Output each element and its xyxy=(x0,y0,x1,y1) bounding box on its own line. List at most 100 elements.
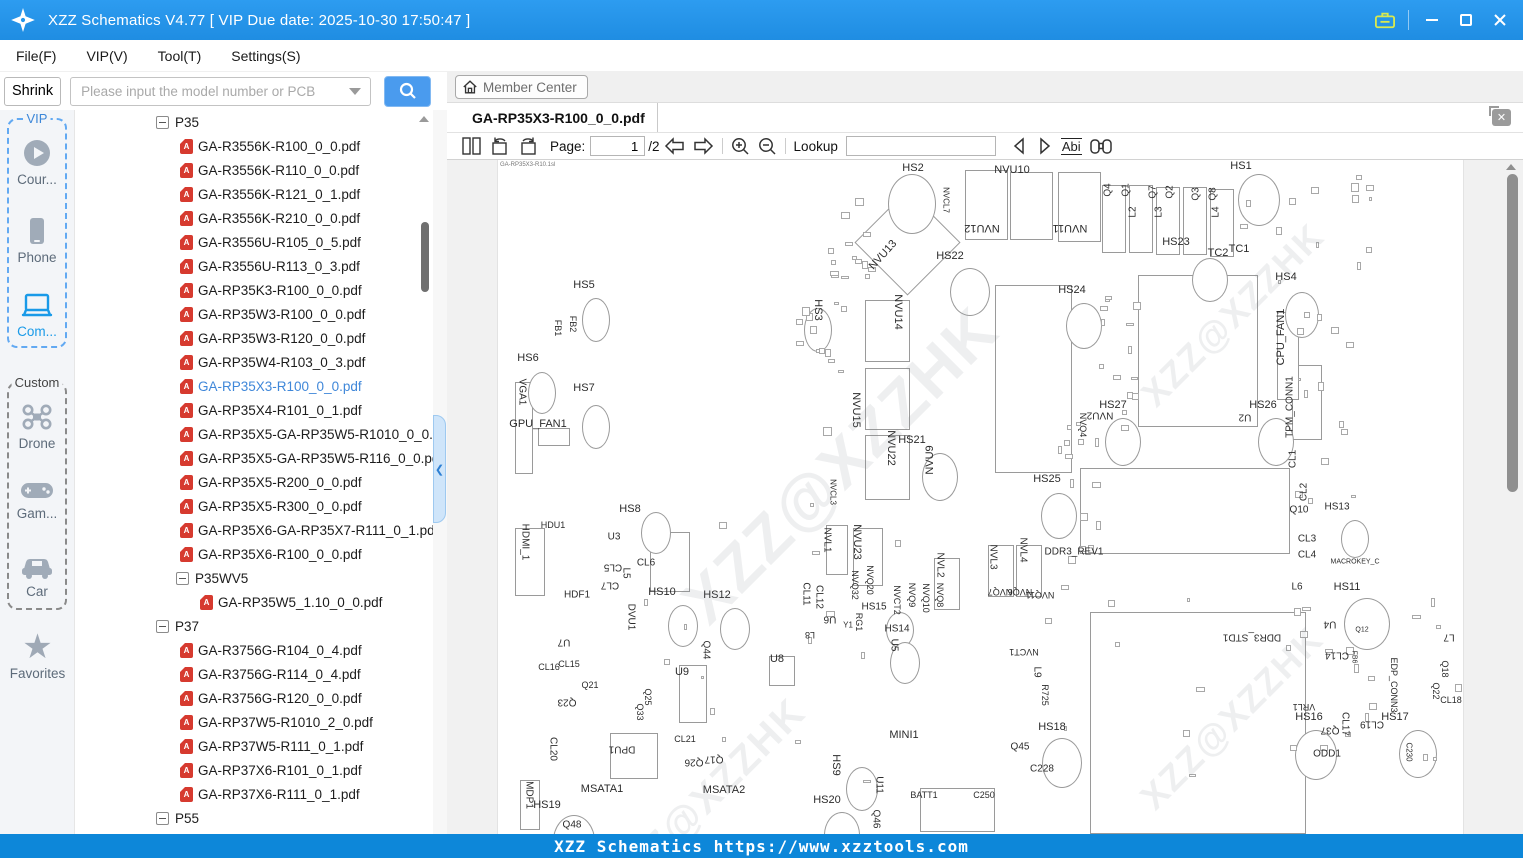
component-label: FB2 xyxy=(568,315,578,333)
component-label: NVU9 xyxy=(924,445,936,475)
component-label: FB6 xyxy=(1350,650,1358,664)
text-match-icon[interactable]: Abi xyxy=(1060,137,1082,155)
minimize-button[interactable] xyxy=(1415,6,1449,34)
tree-file[interactable]: GA-R3756G-R114_0_4.pdf xyxy=(75,662,419,686)
tree-file[interactable]: GA-RP35X4-R101_0_1.pdf xyxy=(75,398,419,422)
zoom-in-icon[interactable] xyxy=(730,135,751,157)
component-label: HDMI_1 xyxy=(519,523,531,561)
collapse-icon[interactable] xyxy=(156,619,169,633)
sidebar-item-car[interactable]: Car xyxy=(0,552,74,599)
tree-file[interactable]: GA-RP55G5-R10_0_1_0_REUK8.pdf xyxy=(75,830,419,834)
menu-item-settings[interactable]: Settings(S) xyxy=(231,48,300,64)
tree-scrollbar[interactable] xyxy=(419,110,431,834)
tree-folder-p35wv5[interactable]: P35WV5 xyxy=(75,566,419,590)
lookup-input[interactable] xyxy=(845,136,996,156)
sidebar-item-game[interactable]: Gam... xyxy=(0,478,74,521)
find-next-icon[interactable] xyxy=(1035,135,1054,157)
search-input[interactable] xyxy=(71,83,350,99)
tree-file[interactable]: GA-RP35X5-R300_0_0.pdf xyxy=(75,494,419,518)
sidebar-item-drone[interactable]: Drone xyxy=(0,402,74,451)
tree-file[interactable]: GA-R3556U-R105_0_5.pdf xyxy=(75,230,419,254)
two-page-view-icon[interactable] xyxy=(461,135,483,157)
home-icon xyxy=(463,80,477,94)
viewer-scrollbar[interactable] xyxy=(1502,160,1523,834)
sidebar-item-phone[interactable]: Phone xyxy=(0,216,74,265)
tree-folder-p55[interactable]: P55 xyxy=(75,806,419,830)
tree-file[interactable]: GA-R3556K-R121_0_1.pdf xyxy=(75,182,419,206)
member-center-button[interactable]: Member Center xyxy=(455,75,588,99)
sidebar-item-favorites[interactable]: ★ Favorites xyxy=(0,630,75,681)
tree-file[interactable]: GA-RP37X6-R101_0_1.pdf xyxy=(75,758,419,782)
collapse-panel-handle[interactable]: ❮ xyxy=(433,415,446,523)
tree-file[interactable]: GA-R3756G-R120_0_0.pdf xyxy=(75,686,419,710)
chevron-down-icon[interactable] xyxy=(349,87,362,95)
component-label: HS18 xyxy=(1038,721,1066,733)
tree-file[interactable]: GA-RP35W3-R100_0_0.pdf xyxy=(75,302,419,326)
tree-file[interactable]: GA-R3756G-R104_0_4.pdf xyxy=(75,638,419,662)
shrink-button[interactable]: Shrink xyxy=(4,76,62,106)
menu-item-tool[interactable]: Tool(T) xyxy=(158,48,202,64)
component-outline xyxy=(1010,172,1053,240)
tree-file[interactable]: GA-RP35W4-R103_0_3.pdf xyxy=(75,350,419,374)
menu-item-vip[interactable]: VIP(V) xyxy=(86,48,127,64)
tree-file[interactable]: GA-RP35K3-R100_0_0.pdf xyxy=(75,278,419,302)
tree-file[interactable]: GA-RP37W5-R1010_2_0.pdf xyxy=(75,710,419,734)
collapse-icon[interactable] xyxy=(156,811,169,825)
component-label: CL21 xyxy=(674,734,696,744)
mounting-hole xyxy=(824,812,860,834)
sidebar-item-course[interactable]: Cour... xyxy=(0,138,74,187)
license-briefcase-icon[interactable] xyxy=(1368,6,1402,34)
zoom-out-icon[interactable] xyxy=(757,135,778,157)
pdf-viewer[interactable]: GA-RP35X3-R10.1sl HS5 FB1 FB2 HS6 VGA1 HS7 GPU… xyxy=(447,160,1523,834)
binoculars-icon[interactable] xyxy=(1089,135,1113,157)
schematic-page[interactable]: GA-RP35X3-R10.1sl HS5 FB1 FB2 HS6 VGA1 HS7 GPU… xyxy=(497,160,1464,834)
rotate-right-icon[interactable] xyxy=(517,135,539,157)
drone-icon xyxy=(21,402,53,432)
tree-file[interactable]: GA-R3556U-R113_0_3.pdf xyxy=(75,254,419,278)
page-number-input[interactable] xyxy=(590,136,646,156)
sidebar-item-computer[interactable]: Com... xyxy=(0,292,74,339)
component-label: HS2 xyxy=(902,162,924,174)
close-all-tabs-icon[interactable]: ✕ xyxy=(1489,106,1511,126)
tree-folder-p37[interactable]: P37 xyxy=(75,614,419,638)
viewer-scroll-up-icon[interactable] xyxy=(1506,164,1516,170)
tree-item-label: GA-RP35X5-R300_0_0.pdf xyxy=(198,498,362,514)
component-pad xyxy=(1061,585,1069,590)
collapse-icon[interactable] xyxy=(156,115,169,129)
tree-file[interactable]: GA-RP35X3-R100_0_0.pdf xyxy=(75,374,419,398)
tree-folder-p35[interactable]: P35 xyxy=(75,110,419,134)
document-tab[interactable]: GA-RP35X3-R100_0_0.pdf xyxy=(447,103,658,132)
tree-file[interactable]: GA-RP35X5-GA-RP35W5-R116_0_0.pdf xyxy=(75,446,433,470)
tree-file[interactable]: GA-RP35W5_1.10_0_0.pdf xyxy=(75,590,419,614)
tree-file[interactable]: GA-R3556K-R210_0_0.pdf xyxy=(75,206,419,230)
next-page-icon[interactable] xyxy=(692,135,715,157)
maximize-button[interactable] xyxy=(1449,6,1483,34)
tree-file[interactable]: GA-RP35X5-GA-RP35W5-R1010_0_0.pdf xyxy=(75,422,433,446)
sidebar-item-label: Phone xyxy=(17,250,57,265)
component-pad xyxy=(1096,521,1101,530)
find-prev-icon[interactable] xyxy=(1010,135,1029,157)
component-label: NVQ8 xyxy=(935,582,945,608)
component-pad xyxy=(1113,375,1121,380)
viewer-scrollbar-thumb[interactable] xyxy=(1507,174,1518,492)
tree-file[interactable]: GA-RP35X5-R200_0_0.pdf xyxy=(75,470,419,494)
collapse-icon[interactable] xyxy=(176,571,189,585)
tree-file[interactable]: GA-RP35X6-GA-RP35X7-R111_0_1.pdf xyxy=(75,518,433,542)
sidebar-item-label: Com... xyxy=(17,324,57,339)
component-pad xyxy=(1128,346,1132,354)
menu-item-file[interactable]: File(F) xyxy=(16,48,56,64)
prev-page-icon[interactable] xyxy=(663,135,686,157)
tree-file[interactable]: GA-RP35W3-R120_0_0.pdf xyxy=(75,326,419,350)
tree-file[interactable]: GA-RP37X6-R111_0_1.pdf xyxy=(75,782,419,806)
component-pad xyxy=(1100,306,1108,311)
rotate-left-icon[interactable] xyxy=(489,135,511,157)
tree-scrollbar-thumb[interactable] xyxy=(421,222,429,292)
component-label: GPU_FAN1 xyxy=(509,418,567,430)
tree-file[interactable]: GA-RP35X6-R100_0_0.pdf xyxy=(75,542,419,566)
tree-file[interactable]: GA-RP37W5-R111_0_1.pdf xyxy=(75,734,419,758)
close-button[interactable] xyxy=(1483,6,1517,34)
tree-file[interactable]: GA-R3556K-R100_0_0.pdf xyxy=(75,134,419,158)
search-box xyxy=(70,76,372,106)
tree-file[interactable]: GA-R3556K-R110_0_0.pdf xyxy=(75,158,419,182)
search-button[interactable] xyxy=(384,75,432,107)
